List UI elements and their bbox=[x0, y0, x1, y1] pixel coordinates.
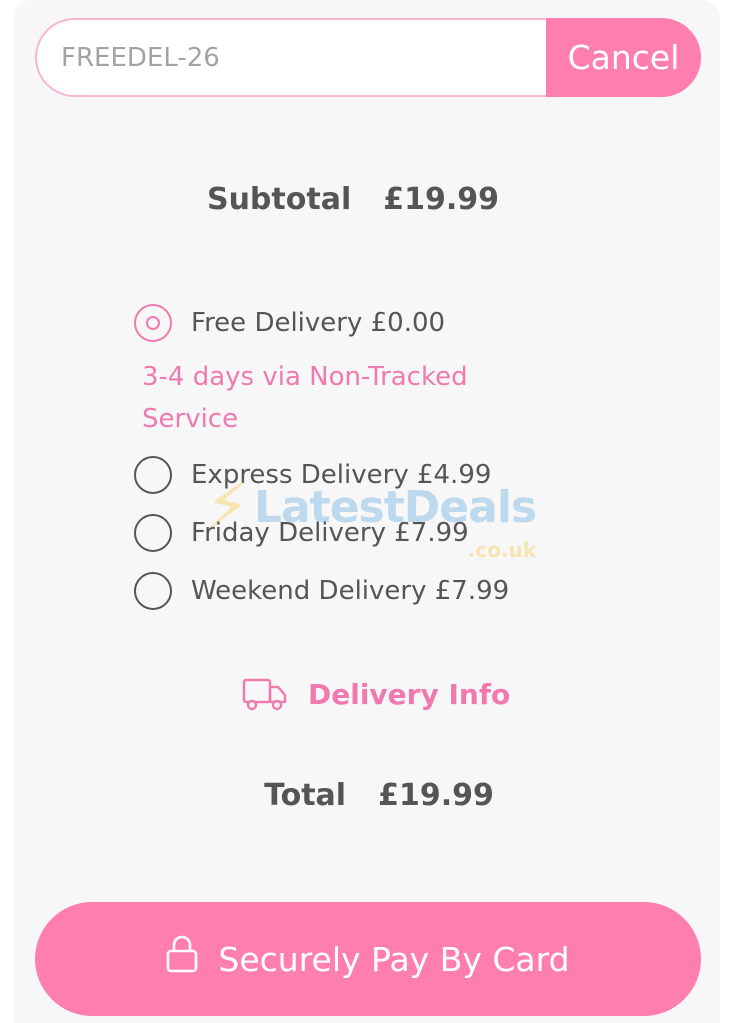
delivery-info-link[interactable]: Delivery Info bbox=[242, 676, 510, 712]
delivery-option-note: 3-4 days via Non-Tracked Service bbox=[142, 362, 468, 434]
radio-unselected-icon[interactable] bbox=[134, 572, 172, 610]
total-label: Total bbox=[264, 778, 347, 813]
radio-unselected-icon[interactable] bbox=[134, 456, 172, 494]
delivery-option-weekend[interactable]: Weekend Delivery £7.99 bbox=[134, 568, 654, 614]
delivery-option-label: Friday Delivery £7.99 bbox=[191, 518, 469, 548]
delivery-option-free[interactable]: Free Delivery £0.00 bbox=[134, 300, 654, 346]
truck-icon bbox=[242, 678, 287, 711]
subtotal-row: Subtotal £19.99 bbox=[0, 182, 720, 217]
radio-selected-icon[interactable] bbox=[134, 304, 172, 342]
subtotal-label: Subtotal bbox=[206, 182, 352, 217]
coupon-row: Cancel bbox=[35, 18, 701, 97]
cancel-coupon-button[interactable]: Cancel bbox=[546, 18, 701, 97]
delivery-option-express[interactable]: Express Delivery £4.99 bbox=[134, 452, 654, 498]
total-amount: £19.99 bbox=[378, 778, 494, 813]
lock-icon bbox=[167, 935, 198, 973]
delivery-info-label: Delivery Info bbox=[308, 677, 511, 711]
delivery-option-label: Weekend Delivery £7.99 bbox=[191, 576, 510, 606]
pay-button-label: Securely Pay By Card bbox=[218, 939, 570, 979]
coupon-code-input[interactable] bbox=[35, 18, 546, 97]
delivery-option-label: Express Delivery £4.99 bbox=[191, 460, 492, 490]
pay-by-card-button[interactable]: Securely Pay By Card bbox=[35, 902, 701, 1016]
radio-unselected-icon[interactable] bbox=[134, 514, 172, 552]
subtotal-amount: £19.99 bbox=[383, 182, 500, 217]
delivery-option-label: Free Delivery £0.00 bbox=[191, 308, 446, 338]
delivery-options: Free Delivery £0.00 3-4 days via Non-Tra… bbox=[134, 300, 654, 626]
total-row: Total £19.99 bbox=[12, 778, 734, 813]
delivery-option-friday[interactable]: Friday Delivery £7.99 bbox=[134, 510, 654, 556]
